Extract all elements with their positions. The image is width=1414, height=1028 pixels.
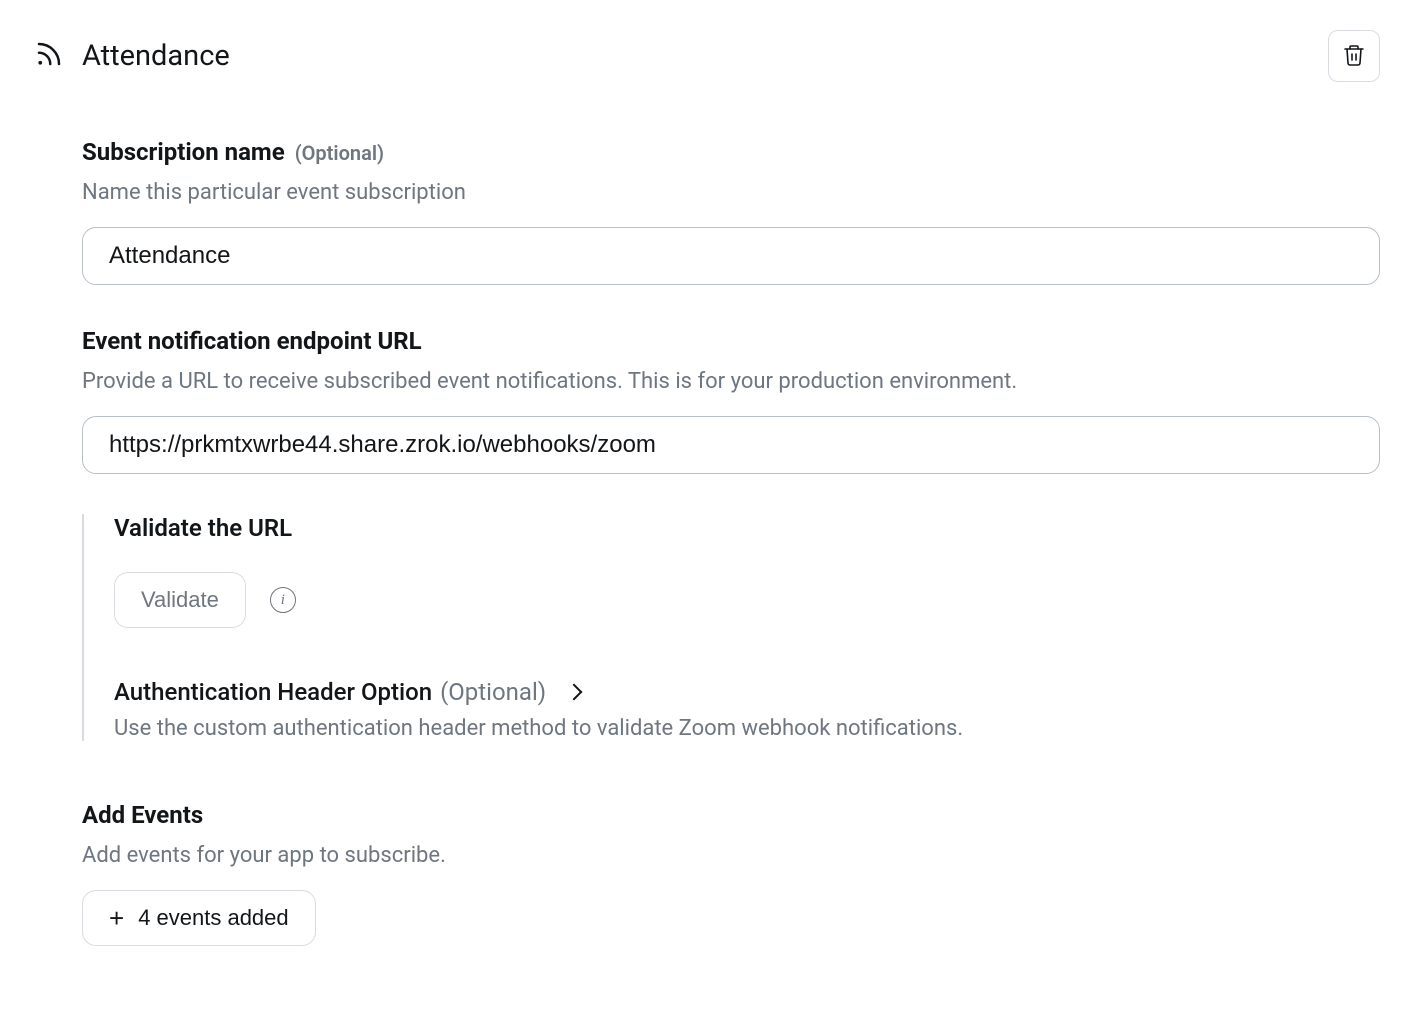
rss-icon bbox=[34, 39, 64, 73]
add-events-button[interactable]: + 4 events added bbox=[82, 890, 316, 946]
add-events-label-text: Add Events bbox=[82, 801, 203, 829]
validate-row: Validate i bbox=[114, 572, 1380, 628]
auth-header-title: Authentication Header Option bbox=[114, 678, 432, 706]
validate-button[interactable]: Validate bbox=[114, 572, 246, 628]
endpoint-url-description: Provide a URL to receive subscribed even… bbox=[82, 369, 1380, 394]
subscription-name-section: Subscription name (Optional) Name this p… bbox=[82, 138, 1380, 285]
endpoint-url-input[interactable] bbox=[82, 416, 1380, 474]
endpoint-url-section: Event notification endpoint URL Provide … bbox=[82, 327, 1380, 474]
validate-block: Validate the URL Validate i Authenticati… bbox=[82, 514, 1380, 741]
subscription-name-input[interactable] bbox=[82, 227, 1380, 285]
header-left: Attendance bbox=[34, 39, 230, 73]
page-header: Attendance bbox=[34, 30, 1380, 82]
validate-button-label: Validate bbox=[141, 587, 219, 613]
subscription-name-label-text: Subscription name bbox=[82, 138, 285, 166]
delete-button[interactable] bbox=[1328, 30, 1380, 82]
subscription-name-label: Subscription name (Optional) bbox=[82, 138, 1380, 166]
validate-url-heading: Validate the URL bbox=[114, 514, 1380, 542]
add-events-description: Add events for your app to subscribe. bbox=[82, 843, 1380, 868]
chevron-right-icon bbox=[566, 684, 583, 701]
auth-header-description: Use the custom authentication header met… bbox=[114, 716, 1380, 741]
add-events-section: Add Events Add events for your app to su… bbox=[82, 801, 1380, 946]
auth-header-optional: (Optional) bbox=[440, 678, 546, 706]
auth-header-row[interactable]: Authentication Header Option (Optional) bbox=[114, 678, 1380, 706]
content: Subscription name (Optional) Name this p… bbox=[34, 138, 1380, 946]
info-icon[interactable]: i bbox=[270, 587, 296, 613]
add-events-button-label: 4 events added bbox=[138, 905, 288, 931]
trash-icon bbox=[1342, 43, 1366, 70]
add-events-label: Add Events bbox=[82, 801, 1380, 829]
optional-tag: (Optional) bbox=[295, 141, 384, 165]
endpoint-url-label-text: Event notification endpoint URL bbox=[82, 327, 422, 355]
subscription-name-description: Name this particular event subscription bbox=[82, 180, 1380, 205]
endpoint-url-label: Event notification endpoint URL bbox=[82, 327, 1380, 355]
plus-icon: + bbox=[109, 905, 124, 931]
page-title: Attendance bbox=[82, 39, 230, 73]
